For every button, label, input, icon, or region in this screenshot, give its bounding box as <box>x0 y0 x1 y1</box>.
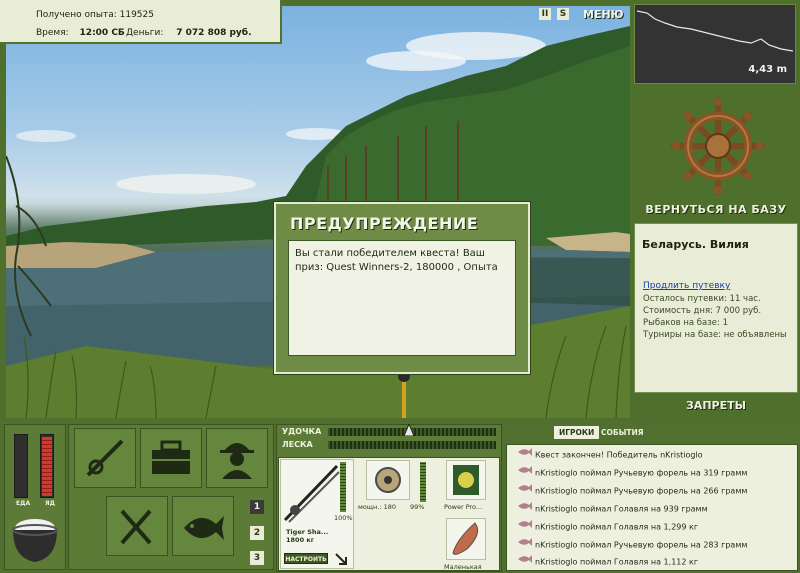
reel-condition-gauge <box>420 462 426 502</box>
tool-catch[interactable] <box>172 496 234 556</box>
ship-wheel-icon[interactable] <box>670 96 766 196</box>
tool-tacklebox[interactable] <box>140 428 202 488</box>
page-button-3[interactable]: 3 <box>250 551 264 565</box>
time-label: Время: <box>36 28 69 38</box>
lure-slot[interactable] <box>446 518 486 560</box>
bans-button[interactable]: ЗАПРЕТЫ <box>636 397 796 415</box>
page-button-1[interactable]: 1 <box>250 500 264 514</box>
poison-label: ЯД <box>45 500 55 507</box>
tournaments-status: Турниры на базе: не объявлены <box>643 330 787 340</box>
lure-name: Маленькая <box>444 563 482 571</box>
money-value: 7 072 808 руб. <box>176 28 252 38</box>
rod-name: Tiger Sha... <box>286 528 329 536</box>
tackle-box-icon <box>152 440 190 474</box>
reel-percent: 99% <box>410 503 425 511</box>
feed-row: nKristioglo поймал Ручьевую форель на 26… <box>517 483 747 499</box>
feed-row: nKristioglo поймал Голавля на 939 грамм <box>517 501 708 517</box>
feed-row-text: nKristioglo поймал Ручьевую форель на 26… <box>535 486 748 496</box>
tab-players[interactable]: ИГРОКИ <box>554 426 600 439</box>
dialog-title: ПРЕДУПРЕЖДЕНИЕ <box>290 214 479 233</box>
feed-row: nKristioglo поймал Голавля на 1,299 кг <box>517 519 698 535</box>
sound-button[interactable]: S <box>557 8 569 20</box>
money-label: Деньги: <box>126 28 164 38</box>
rod-weight: 1800 кг <box>286 536 315 544</box>
fish-icon <box>517 537 535 553</box>
experience-label: Получено опыта: <box>36 10 117 20</box>
poison-meter-fill <box>42 437 52 496</box>
experience-line: Получено опыта: 119525 <box>36 8 154 22</box>
line-slot[interactable] <box>446 460 486 500</box>
fish-icon <box>184 516 224 540</box>
time-line: Время: 12:00 СБ <box>36 26 125 40</box>
feed-row: nKristioglo поймал Ручьевую форель на 31… <box>517 465 747 481</box>
tool-rods[interactable] <box>74 428 136 488</box>
player-info-panel: Получено опыта: 119525 Время: 12:00 СБ Д… <box>0 0 282 44</box>
line-tension-bar <box>328 441 496 449</box>
poison-meter <box>40 434 54 498</box>
time-value: 12:00 СБ <box>79 28 125 38</box>
depth-value: 4,43 m <box>748 64 787 75</box>
warning-dialog[interactable]: ПРЕДУПРЕЖДЕНИЕ Вы стали победителем квес… <box>273 201 531 375</box>
fish-icon <box>517 554 535 570</box>
menu-button[interactable]: МЕНЮ <box>583 6 624 24</box>
food-meter <box>14 434 28 498</box>
feed-row-text: Квест закончен! Победитель nKristioglo <box>535 450 703 460</box>
permit-time-left: Осталось путевки: 11 час. <box>643 294 761 304</box>
feed-row-text: nKristioglo поймал Голавля на 939 грамм <box>535 504 708 514</box>
knife-fork-icon <box>120 509 152 545</box>
fish-icon <box>517 447 535 463</box>
fish-icon <box>517 465 535 481</box>
fish-icon <box>517 519 535 535</box>
rod-tension-marker-icon <box>404 424 414 436</box>
pause-button[interactable]: II <box>539 8 551 20</box>
depth-chart: 4,43 m <box>634 4 796 84</box>
setup-button[interactable]: НАСТРОИТЬ <box>284 553 328 564</box>
rod-slot-icon <box>283 464 340 523</box>
fishing-rod-icon <box>86 439 124 477</box>
money-line: Деньги: 7 072 808 руб. <box>126 26 252 40</box>
tool-food[interactable] <box>106 496 168 556</box>
tab-events[interactable]: СОБЫТИЯ <box>596 426 649 439</box>
feed-row-text: nKristioglo поймал Ручьевую форель на 31… <box>535 468 748 478</box>
line-spool-icon <box>453 465 479 495</box>
fisherman-icon <box>220 443 254 479</box>
rod-condition-gauge <box>340 462 346 512</box>
reel-icon <box>375 467 401 493</box>
arrow-icon <box>335 553 347 565</box>
line-label: ЛЕСКА <box>282 440 313 449</box>
feed-row-text: nKristioglo поймал Голавля на 1,299 кг <box>535 522 699 532</box>
location-title: Беларусь. Вилия <box>642 238 749 251</box>
reel-power: мощн.: 180 <box>358 503 396 511</box>
fish-icon <box>517 501 535 517</box>
day-cost: Стоимость дня: 7 000 руб. <box>643 306 762 316</box>
rod-label: УДОЧКА <box>282 427 322 436</box>
event-feed: Квест закончен! Победитель nKristioglo n… <box>506 444 798 571</box>
return-to-base-button[interactable]: ВЕРНУТЬСЯ НА БАЗУ <box>636 201 796 219</box>
feed-row: nKristioglo поймал Ручьевую форель на 28… <box>517 537 747 553</box>
experience-value: 119525 <box>119 10 154 20</box>
extend-permit-link[interactable]: Продлить путевку <box>643 281 730 291</box>
dialog-message: Вы стали победителем квеста! Ваш приз: Q… <box>295 248 498 273</box>
fish-icon <box>517 483 535 499</box>
location-panel: Беларусь. Вилия Продлить путевку Осталос… <box>634 223 798 393</box>
tool-character[interactable] <box>206 428 268 488</box>
page-button-2[interactable]: 2 <box>250 526 264 540</box>
cauldron-icon[interactable] <box>10 514 60 566</box>
feed-row-text: nKristioglo поймал Ручьевую форель на 28… <box>535 540 748 550</box>
feed-row: Квест закончен! Победитель nKristioglo <box>517 447 703 463</box>
reel-slot[interactable] <box>366 460 410 500</box>
line-name: Power Pro... <box>444 503 483 511</box>
feed-row-text: nKristioglo поймал Голавля на 1,112 кг <box>535 557 699 567</box>
food-label: ЕДА <box>16 500 31 507</box>
feed-row: nKristioglo поймал Голавля на 1,112 кг <box>517 554 698 570</box>
dialog-message-box: Вы стали победителем квеста! Ваш приз: Q… <box>288 240 516 356</box>
spoon-lure-icon <box>452 522 479 555</box>
rod-percent: 100% <box>334 514 353 522</box>
anglers-at-base: Рыбаков на базе: 1 <box>643 318 728 328</box>
